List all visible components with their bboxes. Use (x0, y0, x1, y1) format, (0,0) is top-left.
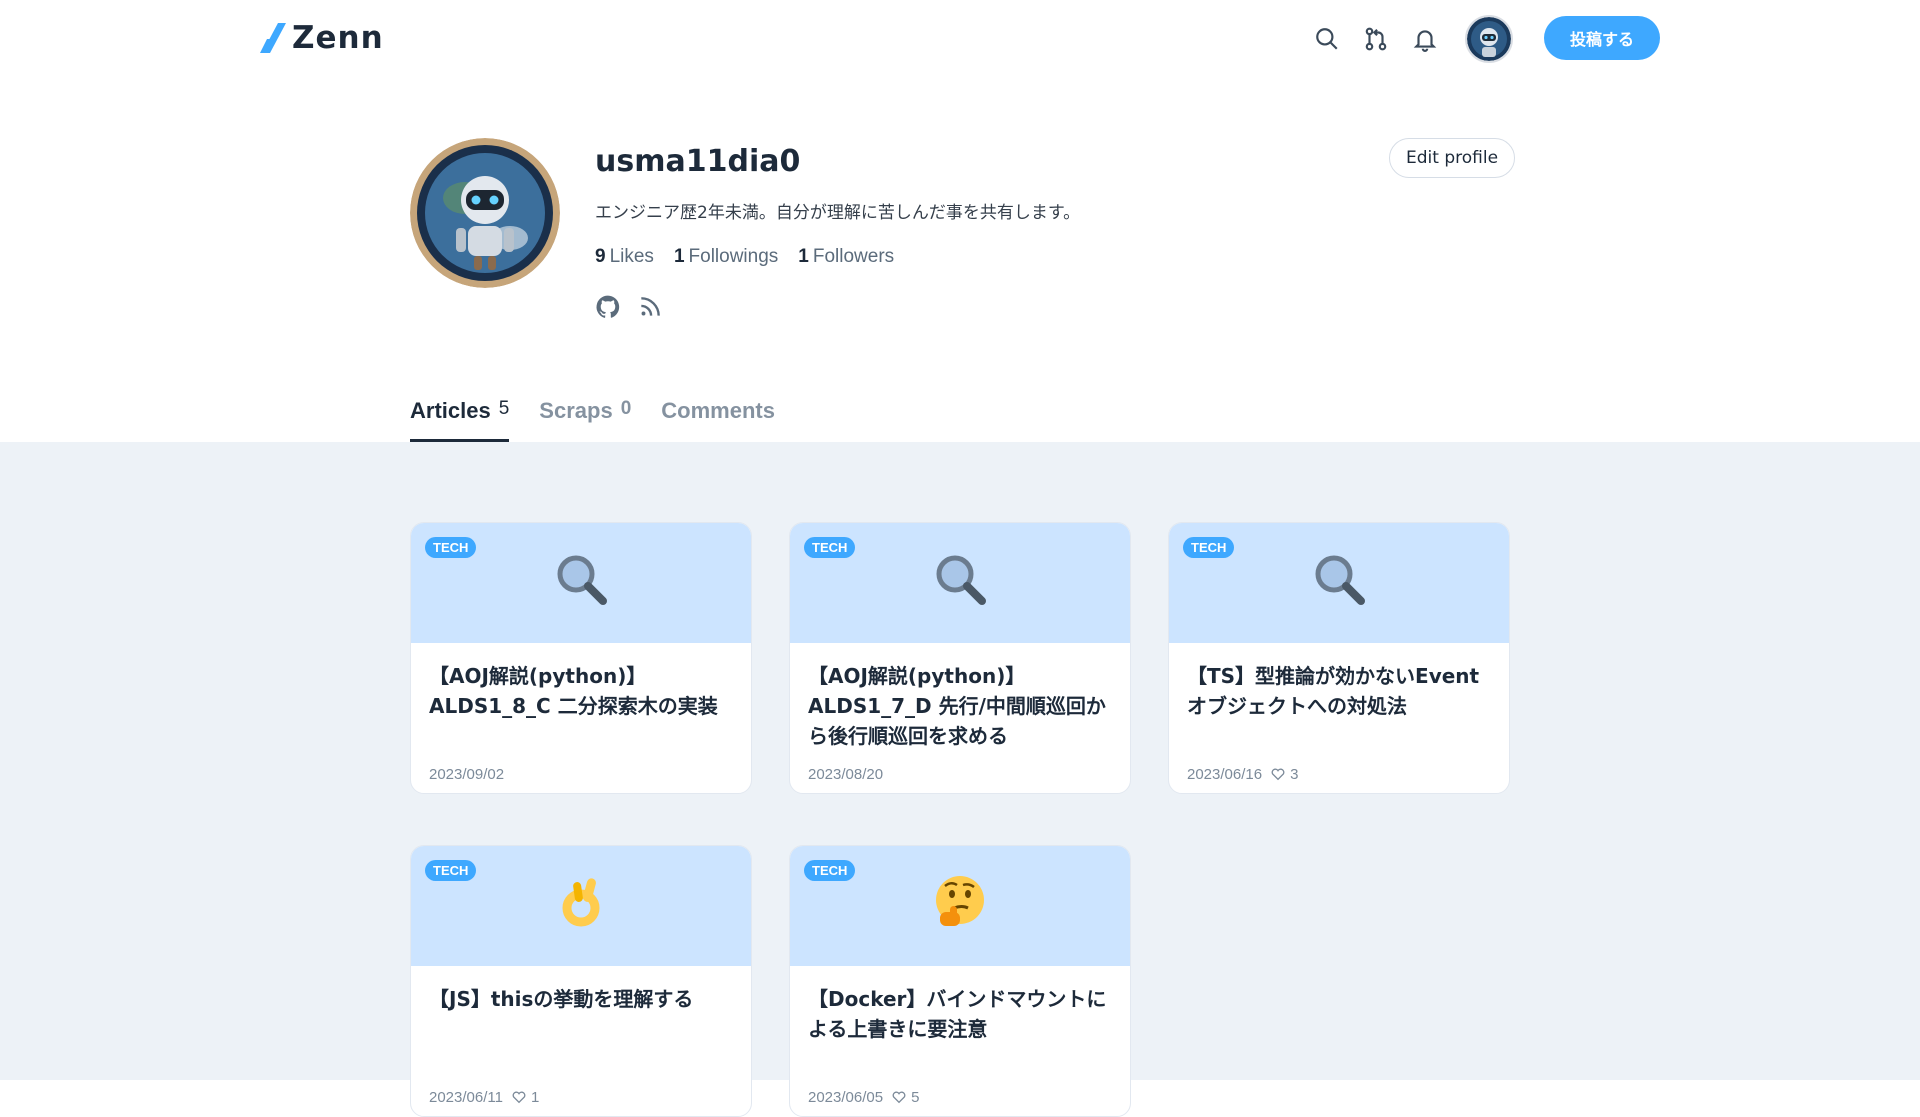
user-avatar[interactable] (1465, 15, 1513, 63)
likes-count: 1 (511, 1089, 539, 1106)
article-title[interactable]: 【AOJ解説(python)】ALDS1_7_D 先行/中間順巡回から後行順巡回… (790, 643, 1130, 755)
tab-articles[interactable]: Articles 5 (410, 398, 510, 442)
article-meta: 2023/09/02 (411, 755, 751, 793)
article-date: 2023/08/20 (808, 765, 884, 783)
heart-icon (892, 1091, 906, 1104)
likes-count: 5 (891, 1089, 919, 1106)
article-date: 2023/06/11 (429, 1088, 503, 1106)
article-date: 2023/06/05 (808, 1088, 884, 1106)
followings-stat[interactable]: 1 Followings (674, 246, 778, 268)
profile-section: usma11dia0 エンジニア歴2年未満。自分が理解に苦しんだ事を共有します。… (0, 76, 1920, 442)
thinking-face-icon (930, 872, 990, 941)
tech-tag: TECH (804, 860, 856, 881)
pull-request-icon[interactable] (1363, 26, 1389, 52)
heart-icon (1271, 768, 1285, 781)
article-meta: 2023/08/20 (790, 755, 1130, 793)
article-card[interactable]: TECH 【JS】thisの挙動を理解する 2023/06/11 1 (410, 845, 752, 1117)
tab-scraps[interactable]: Scraps 0 (539, 398, 631, 442)
card-header: TECH (790, 523, 1130, 643)
tech-tag: TECH (1183, 537, 1235, 558)
likes-count: 3 (1270, 766, 1298, 783)
post-button[interactable]: 投稿する (1544, 16, 1660, 60)
magnifier-icon (551, 549, 611, 618)
heart-icon (512, 1091, 526, 1104)
search-icon[interactable] (1314, 26, 1340, 52)
zenn-logo[interactable]: Zenn (260, 20, 384, 56)
tab-comments[interactable]: Comments (661, 398, 775, 442)
top-header: Zenn 投稿する (0, 0, 1920, 76)
profile-tabs: Articles 5 Scraps 0 Comments (410, 398, 775, 442)
profile-stats: 9 Likes 1 Followings 1 Followers (595, 246, 894, 268)
bell-icon[interactable] (1412, 26, 1438, 52)
article-card[interactable]: TECH 【AOJ解説(python)】ALDS1_8_C 二分探索木の実装 2… (410, 522, 752, 794)
logo-text: Zenn (292, 20, 384, 56)
tech-tag: TECH (804, 537, 856, 558)
card-header: TECH (411, 523, 751, 643)
edit-profile-button[interactable]: Edit profile (1389, 138, 1516, 178)
rss-icon[interactable] (637, 294, 663, 320)
article-title[interactable]: 【JS】thisの挙動を理解する (411, 966, 751, 1078)
magnifier-icon (930, 549, 990, 618)
followers-stat[interactable]: 1 Followers (798, 246, 894, 268)
card-header: TECH (790, 846, 1130, 966)
card-header: TECH (411, 846, 751, 966)
github-icon[interactable] (595, 294, 621, 320)
article-meta: 2023/06/05 5 (790, 1078, 1130, 1116)
likes-stat: 9 Likes (595, 246, 654, 267)
article-date: 2023/09/02 (429, 765, 505, 783)
article-date: 2023/06/16 (1187, 765, 1263, 783)
article-title[interactable]: 【TS】型推論が効かないEventオブジェクトへの対処法 (1169, 643, 1509, 755)
tech-tag: TECH (425, 537, 477, 558)
article-card[interactable]: TECH 【AOJ解説(python)】ALDS1_7_D 先行/中間順巡回から… (789, 522, 1131, 794)
profile-username: usma11dia0 (595, 144, 801, 179)
ok-hand-icon (551, 872, 611, 941)
profile-avatar (410, 138, 560, 288)
article-title[interactable]: 【AOJ解説(python)】ALDS1_8_C 二分探索木の実装 (411, 643, 751, 755)
robot-avatar-icon (410, 138, 560, 288)
profile-bio: エンジニア歴2年未満。自分が理解に苦しんだ事を共有します。 (595, 203, 1081, 223)
magnifier-icon (1309, 549, 1369, 618)
article-meta: 2023/06/16 3 (1169, 755, 1509, 793)
zenn-logo-icon (260, 23, 286, 53)
article-meta: 2023/06/11 1 (411, 1078, 751, 1116)
article-card[interactable]: TECH 【TS】型推論が効かないEventオブジェクトへの対処法 2023/0… (1168, 522, 1510, 794)
card-header: TECH (1169, 523, 1509, 643)
social-links (595, 294, 663, 320)
tech-tag: TECH (425, 860, 477, 881)
article-title[interactable]: 【Docker】バインドマウントによる上書きに要注意 (790, 966, 1130, 1078)
robot-avatar-icon (1467, 17, 1511, 61)
articles-area: TECH 【AOJ解説(python)】ALDS1_8_C 二分探索木の実装 2… (0, 442, 1920, 1117)
article-card[interactable]: TECH 【Docker】バインドマウントによる上書きに要注意 2023/06/… (789, 845, 1131, 1117)
